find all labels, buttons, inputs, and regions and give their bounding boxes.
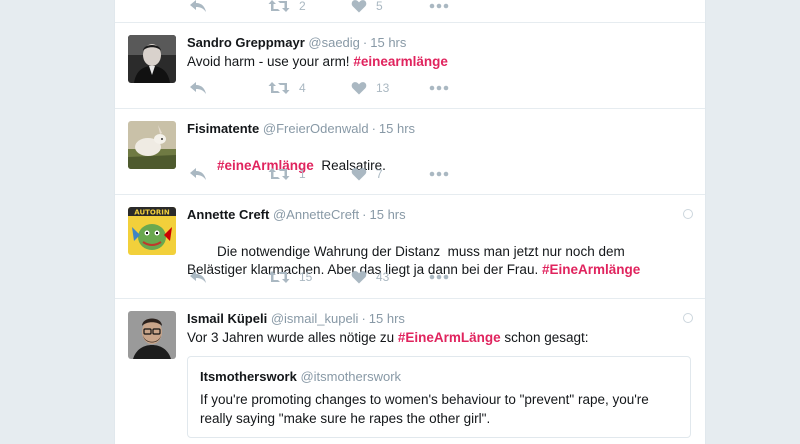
like-count: 43 — [376, 270, 390, 284]
retweet-icon — [268, 167, 290, 181]
reply-button[interactable] — [189, 167, 207, 181]
retweet-button[interactable]: 1 — [268, 167, 306, 181]
more-icon — [429, 85, 449, 91]
retweet-icon — [268, 270, 290, 284]
retweet-button[interactable]: 4 — [268, 81, 306, 95]
reply-icon — [189, 81, 207, 95]
like-icon — [351, 167, 367, 181]
hashtag-link[interactable]: #einearmlänge — [353, 54, 448, 69]
author-username[interactable]: @AnnetteCreft — [273, 207, 359, 222]
avatar[interactable] — [128, 35, 176, 83]
author-name[interactable]: Annette Creft — [187, 207, 269, 222]
author-name[interactable]: Sandro Greppmayr — [187, 35, 305, 50]
quoted-author-username: @itsmotherswork — [300, 369, 402, 384]
reply-button[interactable] — [189, 0, 207, 13]
tweet-text: Avoid harm - use your arm! #einearmlänge — [187, 53, 693, 71]
author-name[interactable]: Ismail Küpeli — [187, 311, 267, 326]
author-username[interactable]: @FreierOdenwald — [263, 121, 369, 136]
tweet-item[interactable]: Sandro Greppmayr @saedig · 15 hrs Avoid ha… — [115, 22, 705, 109]
quoted-text: If you're promoting changes to women's b… — [200, 392, 649, 426]
tweet-item[interactable]: Fisimatente @FreierOdenwald · 15 hrs #eine… — [115, 108, 705, 195]
reply-icon — [189, 270, 207, 284]
like-icon — [351, 270, 367, 284]
retweet-button[interactable]: 15 — [268, 270, 312, 284]
more-icon — [429, 3, 449, 9]
like-count: 5 — [376, 0, 383, 13]
hashtag-link[interactable]: #EineArmLänge — [398, 330, 501, 345]
author-username[interactable]: @ismail_kupeli — [271, 311, 359, 326]
more-button[interactable] — [429, 3, 449, 9]
retweet-icon — [268, 0, 290, 13]
retweet-button[interactable]: 2 — [268, 0, 306, 13]
hashtag-link[interactable]: #EineArmlänge — [542, 262, 640, 277]
quoted-tweet[interactable]: Itsmotherswork @itsmotherswork If you're… — [187, 356, 691, 438]
like-button[interactable]: 5 — [351, 0, 383, 13]
like-button[interactable]: 7 — [351, 167, 383, 181]
quoted-author-name: Itsmotherswork — [200, 369, 297, 384]
tweet-time[interactable]: 15 hrs — [369, 311, 405, 326]
svg-text:AUTORIN: AUTORIN — [134, 209, 170, 217]
tweet-text-body: Vor 3 Jahren wurde alles nötige zu — [187, 330, 398, 345]
like-count: 13 — [376, 81, 390, 95]
tweet-text: #eineArmlänge Realsatire. — [187, 139, 693, 193]
more-icon — [429, 171, 449, 177]
tweet-item[interactable]: 2 5 — [115, 0, 705, 23]
tweet-text-body: Avoid harm - use your arm! — [187, 54, 354, 69]
like-button[interactable]: 13 — [351, 81, 389, 95]
more-button[interactable] — [429, 171, 449, 177]
retweet-count: 15 — [299, 270, 313, 284]
reply-button[interactable] — [189, 81, 207, 95]
like-count: 7 — [376, 167, 383, 181]
reply-icon — [189, 167, 207, 181]
retweet-icon — [268, 81, 290, 95]
tweet-text: Vor 3 Jahren wurde alles nötige zu #Eine… — [187, 329, 685, 347]
more-button[interactable] — [429, 274, 449, 280]
retweet-count: 2 — [299, 0, 306, 13]
tweet-text: Die notwendige Wahrung der Distanz muss … — [187, 225, 685, 297]
more-icon — [429, 274, 449, 280]
reply-icon — [189, 0, 207, 13]
avatar[interactable] — [128, 311, 176, 359]
retweet-count: 4 — [299, 81, 306, 95]
author-username[interactable]: @saedig — [308, 35, 360, 50]
like-icon — [351, 0, 367, 13]
like-icon — [351, 81, 367, 95]
avatar[interactable]: AUTORIN — [128, 207, 176, 255]
tweet-time[interactable]: 15 hrs — [379, 121, 415, 136]
reply-button[interactable] — [189, 270, 207, 284]
tweet-time[interactable]: 15 hrs — [370, 35, 406, 50]
tweet-text-tail: schon gesagt: — [500, 330, 589, 345]
tweet-item[interactable]: AUTORIN Annette Creft @AnnetteCreft · 15 h… — [115, 194, 705, 299]
retweet-count: 1 — [299, 167, 306, 181]
like-button[interactable]: 43 — [351, 270, 389, 284]
timeline: 2 5 Sandro Greppmayr @saedig · 15 hrs Av… — [114, 0, 706, 444]
more-button[interactable] — [429, 85, 449, 91]
tweet-time[interactable]: 15 hrs — [370, 207, 406, 222]
tweet-item[interactable]: Ismail Küpeli @ismail_kupeli · 15 hrs Vor … — [115, 298, 705, 444]
author-name[interactable]: Fisimatente — [187, 121, 259, 136]
avatar[interactable] — [128, 121, 176, 169]
